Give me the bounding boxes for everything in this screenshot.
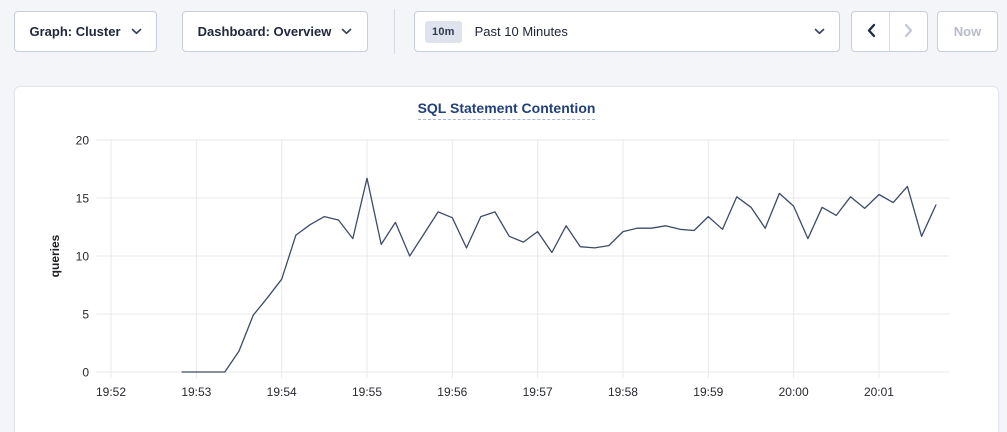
y-tick-label: 20	[76, 134, 90, 148]
x-tick-label: 19:57	[523, 385, 553, 399]
chart-grid: 0 5 10 15 20 19:52 19:53 19:54 19:55 19:56 19:57 19…	[76, 134, 949, 400]
series-line-queries	[182, 178, 936, 372]
chevron-down-icon	[131, 28, 142, 35]
dashboard-dropdown[interactable]: Dashboard: Overview	[182, 11, 368, 52]
time-range-badge: 10m	[425, 21, 462, 43]
chevron-left-icon	[866, 23, 876, 41]
y-tick-label: 5	[82, 308, 89, 322]
now-button[interactable]: Now	[937, 11, 998, 52]
time-range-dropdown[interactable]: 10m Past 10 Minutes	[414, 11, 840, 52]
time-range-label: Past 10 Minutes	[475, 24, 568, 39]
graph-dropdown-label: Graph: Cluster	[29, 24, 120, 39]
x-tick-label: 19:56	[437, 385, 467, 399]
x-tick-label: 19:54	[267, 385, 297, 399]
x-tick-label: 19:53	[181, 385, 211, 399]
chevron-down-icon	[814, 28, 825, 35]
dashboard-dropdown-label: Dashboard: Overview	[198, 24, 332, 39]
chart-panel: SQL Statement Contention 0510152019:5219…	[14, 86, 999, 432]
x-tick-label: 19:58	[608, 385, 638, 399]
prev-timewindow-button[interactable]	[852, 12, 889, 51]
line-chart[interactable]: 0 5 10 15 20 19:52 19:53 19:54 19:55 19:56 19:57 19…	[15, 87, 1000, 432]
next-timewindow-button[interactable]	[889, 12, 927, 51]
metrics-page: { "toolbar": { "graph_dropdown_label": "…	[0, 0, 1007, 432]
x-tick-label: 19:59	[693, 385, 723, 399]
graph-dropdown[interactable]: Graph: Cluster	[14, 11, 157, 52]
time-window-nav	[851, 11, 928, 52]
chevron-right-icon	[904, 23, 914, 41]
y-tick-label: 0	[82, 366, 89, 380]
y-axis-label: queries	[48, 234, 62, 277]
y-tick-label: 10	[76, 250, 90, 264]
x-tick-label: 20:00	[779, 385, 809, 399]
x-tick-label: 20:01	[864, 385, 894, 399]
y-tick-label: 15	[76, 192, 90, 206]
chevron-down-icon	[341, 28, 352, 35]
x-tick-label: 19:52	[96, 385, 126, 399]
x-tick-label: 19:55	[352, 385, 382, 399]
toolbar-divider	[394, 9, 395, 54]
